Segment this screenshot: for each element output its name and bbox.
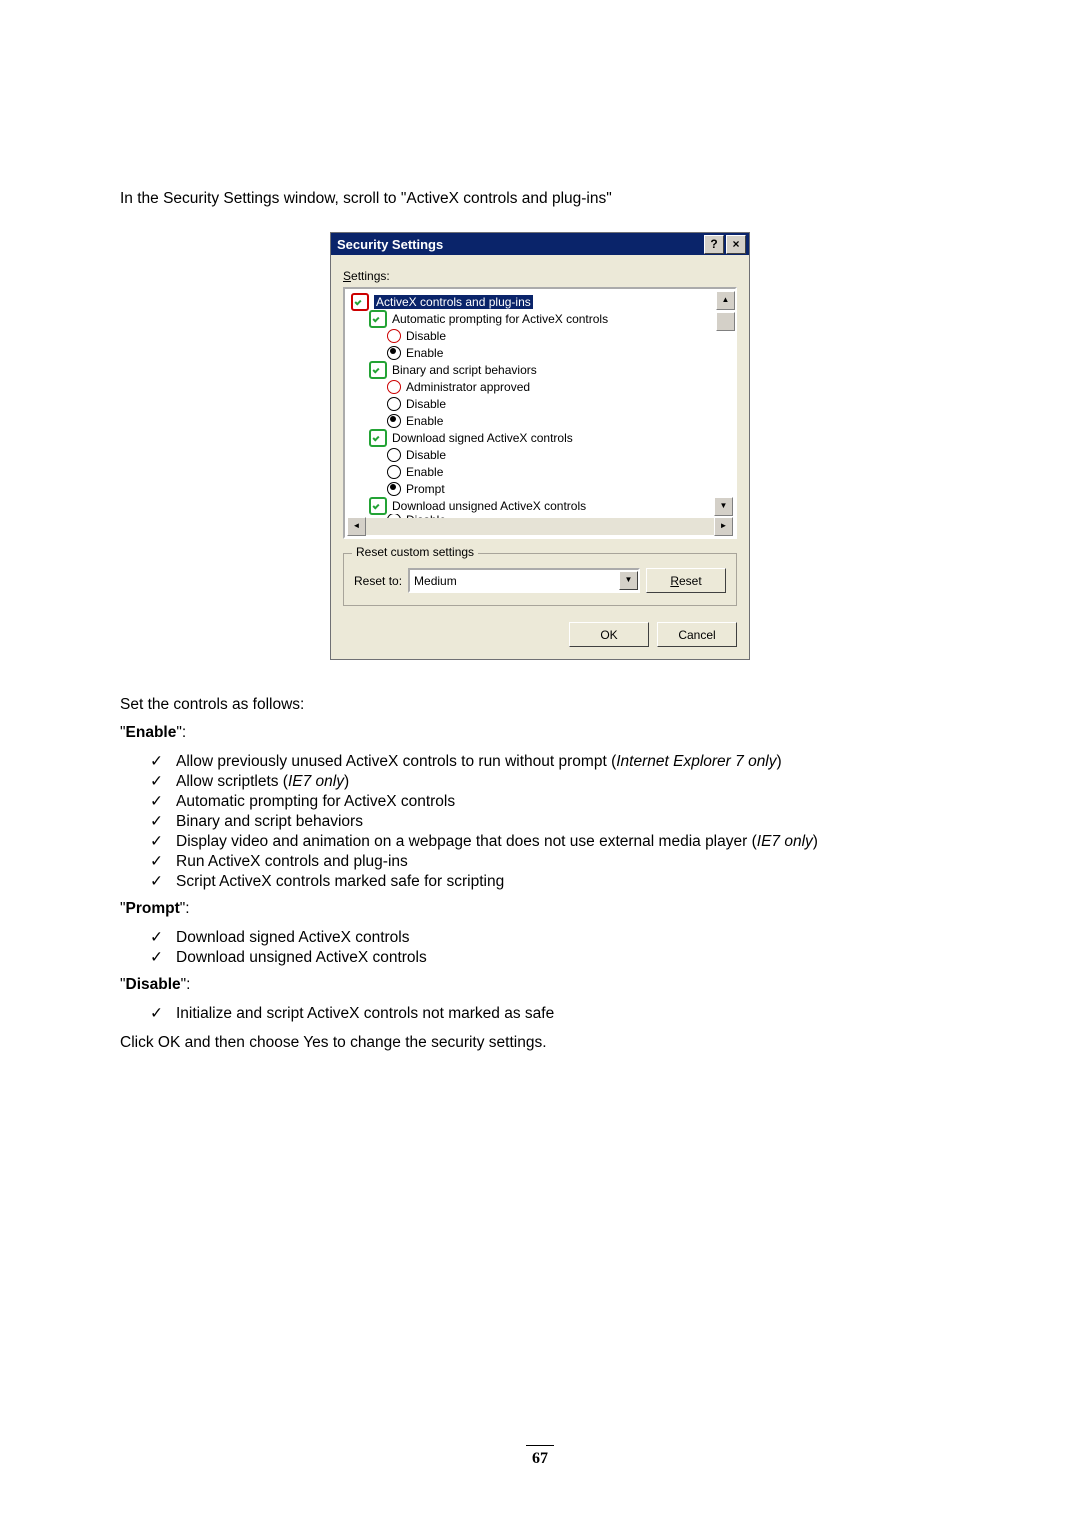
tree-label: ActiveX controls and plug-ins bbox=[374, 295, 533, 309]
tree-label: Enable bbox=[406, 346, 443, 360]
tree-option-disable[interactable]: Disable bbox=[351, 395, 735, 412]
list-item: Allow scriptlets (IE7 only) bbox=[176, 772, 960, 792]
list-item: Download unsigned ActiveX controls bbox=[176, 948, 960, 968]
reset-button[interactable]: Reset bbox=[646, 568, 726, 593]
prompt-list: Download signed ActiveX controls Downloa… bbox=[120, 928, 960, 968]
radio-icon[interactable] bbox=[387, 448, 401, 462]
intro-text: In the Security Settings window, scroll … bbox=[120, 190, 960, 208]
fieldset-legend: Reset custom settings bbox=[352, 545, 478, 559]
tree-label: Download signed ActiveX controls bbox=[392, 431, 573, 445]
list-item: Automatic prompting for ActiveX controls bbox=[176, 792, 960, 812]
settings-tree[interactable]: ActiveX controls and plug-ins Automatic … bbox=[343, 287, 737, 539]
tree-category-activex[interactable]: ActiveX controls and plug-ins bbox=[351, 293, 735, 310]
tree-label: Disable bbox=[406, 329, 446, 343]
tree-label: Prompt bbox=[406, 482, 445, 496]
scroll-left-button[interactable]: ◄ bbox=[347, 517, 366, 536]
radio-icon[interactable] bbox=[387, 329, 401, 343]
tree-label: Disable bbox=[406, 397, 446, 411]
scroll-track[interactable] bbox=[366, 518, 714, 535]
list-item: Download signed ActiveX controls bbox=[176, 928, 960, 948]
cancel-button[interactable]: Cancel bbox=[657, 622, 737, 647]
category-icon bbox=[369, 497, 387, 515]
radio-icon[interactable] bbox=[387, 397, 401, 411]
h-scrollbar[interactable]: ◄ ► bbox=[347, 518, 733, 535]
tree-label: Enable bbox=[406, 414, 443, 428]
tree-option-enable[interactable]: Enable bbox=[351, 412, 735, 429]
tree-label: Disable bbox=[406, 448, 446, 462]
page-number: 67 bbox=[0, 1450, 1080, 1468]
list-item: Binary and script behaviors bbox=[176, 812, 960, 832]
tree-option-admin-approved[interactable]: Administrator approved bbox=[351, 378, 735, 395]
radio-icon[interactable] bbox=[387, 465, 401, 479]
set-controls-para: Set the controls as follows: bbox=[120, 696, 960, 714]
category-icon bbox=[369, 361, 387, 379]
dialog-title: Security Settings bbox=[337, 237, 443, 252]
radio-icon[interactable] bbox=[387, 482, 401, 496]
tree-category-download-signed[interactable]: Download signed ActiveX controls bbox=[351, 429, 735, 446]
prompt-heading: "Prompt": bbox=[120, 900, 960, 918]
tree-label: Automatic prompting for ActiveX controls bbox=[392, 312, 608, 326]
security-settings-dialog: Security Settings ? × Settings: ActiveX … bbox=[330, 232, 750, 660]
list-item: Script ActiveX controls marked safe for … bbox=[176, 872, 960, 892]
radio-icon[interactable] bbox=[387, 380, 401, 394]
tree-option-enable[interactable]: Enable bbox=[351, 344, 735, 361]
combo-value: Medium bbox=[414, 574, 457, 588]
tree-category-auto-prompt[interactable]: Automatic prompting for ActiveX controls bbox=[351, 310, 735, 327]
settings-label: Settings: bbox=[343, 269, 737, 283]
list-item: Initialize and script ActiveX controls n… bbox=[176, 1004, 960, 1024]
tree-label: Binary and script behaviors bbox=[392, 363, 537, 377]
scroll-thumb[interactable] bbox=[716, 312, 735, 331]
tree-option-disable[interactable]: Disable bbox=[351, 327, 735, 344]
category-icon bbox=[369, 310, 387, 328]
radio-icon[interactable] bbox=[387, 346, 401, 360]
ok-button[interactable]: OK bbox=[569, 622, 649, 647]
disable-heading: "Disable": bbox=[120, 976, 960, 994]
tree-label: Enable bbox=[406, 465, 443, 479]
radio-icon[interactable] bbox=[387, 414, 401, 428]
list-item: Display video and animation on a webpage… bbox=[176, 832, 960, 852]
scroll-right-button[interactable]: ► bbox=[714, 517, 733, 536]
enable-list: Allow previously unused ActiveX controls… bbox=[120, 752, 960, 892]
category-icon bbox=[351, 293, 369, 311]
footer-rule bbox=[526, 1445, 554, 1446]
reset-to-combo[interactable]: Medium ▼ bbox=[408, 568, 640, 593]
tree-label: Administrator approved bbox=[406, 380, 530, 394]
scroll-up-button[interactable]: ▲ bbox=[716, 291, 735, 310]
tree-category-download-unsigned[interactable]: Download unsigned ActiveX controls bbox=[351, 497, 735, 514]
close-button[interactable]: × bbox=[726, 235, 746, 254]
dialog-titlebar[interactable]: Security Settings ? × bbox=[331, 233, 749, 255]
enable-heading: "Enable": bbox=[120, 724, 960, 742]
chevron-down-icon[interactable]: ▼ bbox=[619, 571, 638, 590]
page-footer: 67 bbox=[0, 1445, 1080, 1468]
click-ok-para: Click OK and then choose Yes to change t… bbox=[120, 1034, 960, 1052]
reset-custom-settings-group: Reset custom settings Reset to: Medium ▼… bbox=[343, 553, 737, 606]
scroll-down-button[interactable]: ▼ bbox=[714, 497, 733, 516]
category-icon bbox=[369, 429, 387, 447]
tree-option-enable[interactable]: Enable bbox=[351, 463, 735, 480]
disable-list: Initialize and script ActiveX controls n… bbox=[120, 1004, 960, 1024]
tree-label: Download unsigned ActiveX controls bbox=[392, 499, 586, 513]
tree-option-disable[interactable]: Disable bbox=[351, 446, 735, 463]
list-item: Run ActiveX controls and plug-ins bbox=[176, 852, 960, 872]
list-item: Allow previously unused ActiveX controls… bbox=[176, 752, 960, 772]
tree-category-binary-script[interactable]: Binary and script behaviors bbox=[351, 361, 735, 378]
reset-to-label: Reset to: bbox=[354, 574, 402, 588]
tree-option-prompt[interactable]: Prompt bbox=[351, 480, 735, 497]
help-button[interactable]: ? bbox=[704, 235, 724, 254]
